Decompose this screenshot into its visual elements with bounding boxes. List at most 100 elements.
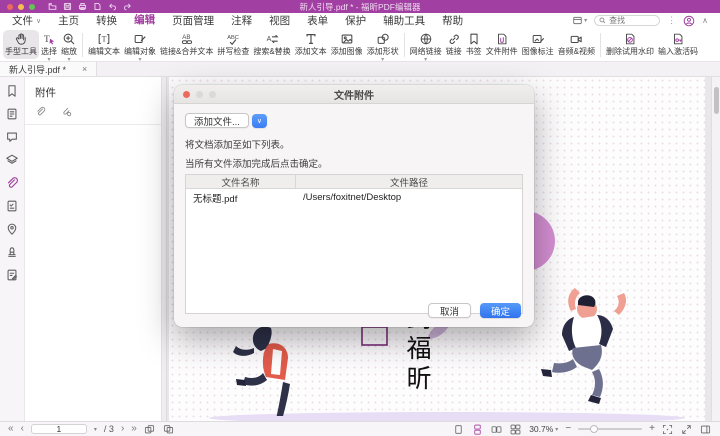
bookmarks-panel-icon[interactable] xyxy=(5,84,20,99)
facing-view-icon[interactable] xyxy=(491,423,503,435)
tool-zoom[interactable]: 缩放 ▾ xyxy=(59,30,79,59)
print-icon[interactable] xyxy=(78,2,87,11)
continuous-view-icon[interactable] xyxy=(472,423,484,435)
menu-view[interactable]: 视图 xyxy=(269,13,290,29)
menu-file[interactable]: 文件 ∨ xyxy=(12,13,41,28)
signatures-panel-icon[interactable] xyxy=(5,268,20,283)
attachments-panel-icon[interactable] xyxy=(5,176,20,191)
zoom-out-button[interactable]: − xyxy=(565,424,571,434)
menu-protect[interactable]: 保护 xyxy=(345,13,366,29)
tool-bookmark[interactable]: 书签 xyxy=(464,30,484,59)
tool-add-shape[interactable]: 添加形状 ▾ xyxy=(365,30,401,59)
zoom-level-dropdown[interactable]: 30.7% ▾ xyxy=(529,424,558,434)
add-file-dropdown-button[interactable]: ∨ xyxy=(252,114,267,128)
menu-page-management[interactable]: 页面管理 xyxy=(172,13,214,29)
tool-spell-check[interactable]: ABC 拼写检查 xyxy=(215,30,251,59)
zoom-slider-knob[interactable] xyxy=(590,425,598,433)
next-view-icon[interactable] xyxy=(163,423,175,435)
window-zoom-button[interactable] xyxy=(29,4,35,10)
overflow-menu-icon[interactable]: ⋮ xyxy=(667,15,676,26)
file-attachment-icon xyxy=(495,32,509,46)
dialog-close-button[interactable] xyxy=(183,91,190,98)
close-tab-icon[interactable]: × xyxy=(82,64,87,74)
single-page-view-icon[interactable] xyxy=(453,423,465,435)
stamps-panel-icon[interactable] xyxy=(5,245,20,260)
illustration-jumping-man xyxy=(531,285,651,415)
svg-text:A: A xyxy=(267,36,272,43)
tool-label: 缩放 xyxy=(61,47,77,56)
attachment-table-header: 文件名称 文件路径 xyxy=(186,175,522,189)
search-box[interactable] xyxy=(594,15,660,26)
fit-page-icon[interactable] xyxy=(662,423,674,435)
vertical-scrollbar[interactable] xyxy=(711,77,720,421)
right-panel-toggle-icon[interactable] xyxy=(700,423,712,435)
tool-image-annotation[interactable]: 图像标注 xyxy=(520,30,556,59)
toolbar-separator xyxy=(404,33,405,57)
tool-link-merge-text[interactable]: AB 链接&合并文本 xyxy=(158,30,215,59)
tool-label: 书签 xyxy=(466,47,482,56)
tool-file-attachment[interactable]: 文件附件 xyxy=(484,30,520,59)
attachment-settings-icon[interactable] xyxy=(61,106,72,117)
scrollbar-thumb[interactable] xyxy=(714,87,719,114)
page-thumbnails-panel-icon[interactable] xyxy=(5,107,20,122)
menu-form[interactable]: 表单 xyxy=(307,13,328,29)
tool-edit-object[interactable]: 编辑对象 ▾ xyxy=(122,30,158,59)
tool-select[interactable]: T 选择 ▾ xyxy=(39,30,59,59)
tool-audio-video[interactable]: 音频&视频 xyxy=(556,30,597,59)
search-input[interactable] xyxy=(609,16,655,25)
previous-view-icon[interactable] xyxy=(144,423,156,435)
zoom-in-button[interactable]: + xyxy=(649,424,655,434)
account-avatar[interactable] xyxy=(683,15,695,27)
add-file-button[interactable]: 添加文件... xyxy=(185,113,249,128)
caret-down-icon[interactable]: ▾ xyxy=(94,426,97,433)
tool-hand[interactable]: 手型工具 xyxy=(3,30,39,59)
ok-button[interactable]: 确定 xyxy=(480,303,521,318)
image-annotation-icon xyxy=(531,32,545,46)
cancel-button[interactable]: 取消 xyxy=(428,303,471,318)
facing-continuous-view-icon[interactable] xyxy=(510,423,522,435)
tool-add-image[interactable]: 添加图像 xyxy=(329,30,365,59)
tool-enter-activation-code[interactable]: 输入激活码 xyxy=(656,30,700,59)
document-tab[interactable]: 新人引导.pdf * × xyxy=(0,62,97,76)
tool-edit-text[interactable]: T 编辑文本 xyxy=(86,30,122,59)
fields-panel-icon[interactable] xyxy=(5,199,20,214)
window-minimize-button[interactable] xyxy=(18,4,24,10)
comments-panel-icon[interactable] xyxy=(5,130,20,145)
document-tab-label: 新人引导.pdf * xyxy=(9,63,66,76)
last-page-button[interactable]: » xyxy=(131,424,137,434)
undo-icon[interactable] xyxy=(108,2,117,11)
window-close-button[interactable] xyxy=(7,4,13,10)
column-header-filename[interactable]: 文件名称 xyxy=(186,175,296,188)
open-file-icon[interactable] xyxy=(48,2,57,11)
cell-filepath: /Users/foxitnet/Desktop xyxy=(296,192,522,203)
collapse-toolbar-icon[interactable]: ∧ xyxy=(702,16,708,25)
first-page-button[interactable]: « xyxy=(8,424,14,434)
menu-accessibility[interactable]: 辅助工具 xyxy=(383,13,425,29)
menu-home[interactable]: 主页 xyxy=(58,13,79,29)
redo-icon[interactable] xyxy=(123,2,132,11)
menu-convert[interactable]: 转换 xyxy=(96,13,117,29)
table-row[interactable]: 无标题.pdf /Users/foxitnet/Desktop xyxy=(186,189,522,206)
previous-page-button[interactable]: ‹ xyxy=(21,424,24,434)
column-header-filepath[interactable]: 文件路径 xyxy=(296,175,522,188)
new-document-icon[interactable] xyxy=(93,2,102,11)
tool-remove-trial-watermark[interactable]: 删除试用水印 xyxy=(604,30,656,59)
tool-link[interactable]: 链接 xyxy=(444,30,464,59)
activation-code-icon xyxy=(671,32,685,46)
menu-edit[interactable]: 编辑 xyxy=(134,12,155,30)
fullscreen-icon[interactable] xyxy=(681,423,693,435)
destinations-panel-icon[interactable] xyxy=(5,222,20,237)
tool-web-link[interactable]: 网络链接 ▾ xyxy=(408,30,444,59)
layers-panel-icon[interactable] xyxy=(5,153,20,168)
menu-bar: 文件 ∨ 主页 转换 编辑 页面管理 注释 视图 表单 保护 辅助工具 帮助 ▾… xyxy=(0,13,720,28)
tool-search-replace[interactable]: A 搜索&替换 xyxy=(251,30,292,59)
menu-help[interactable]: 帮助 xyxy=(442,13,463,29)
next-page-button[interactable]: › xyxy=(121,424,124,434)
zoom-slider[interactable] xyxy=(578,428,642,430)
menu-comment[interactable]: 注释 xyxy=(231,13,252,29)
save-icon[interactable] xyxy=(63,2,72,11)
page-number-input[interactable] xyxy=(31,424,87,434)
search-scope-dropdown[interactable]: ▾ xyxy=(572,15,587,26)
open-attachment-icon[interactable] xyxy=(35,106,46,117)
tool-add-text[interactable]: 添加文本 xyxy=(293,30,329,59)
